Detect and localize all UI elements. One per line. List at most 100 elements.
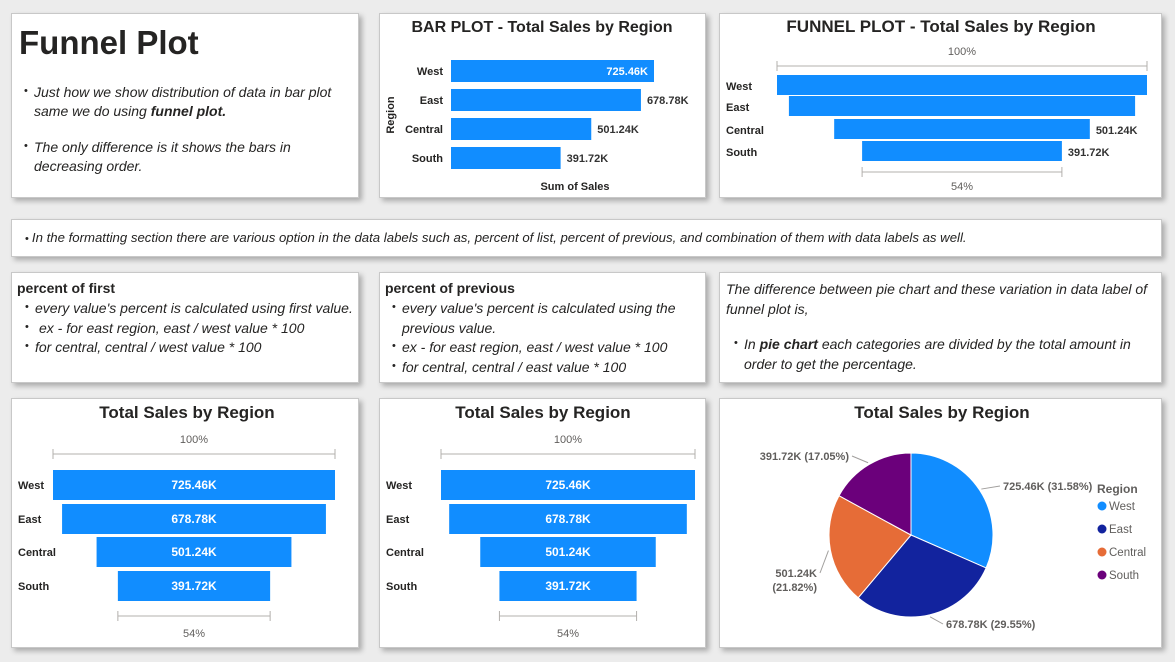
- data-label: 501.24K: [1096, 125, 1138, 137]
- leader-line: [851, 455, 869, 464]
- bar: [451, 147, 561, 169]
- category-label: South: [18, 581, 49, 593]
- funnel-top-visual[interactable]: FUNNEL PLOT - Total Sales by Region 100% W…: [719, 13, 1162, 198]
- bar-chart-visual[interactable]: BAR PLOT - Total Sales by Region West 725.…: [379, 13, 706, 198]
- category-label: West: [18, 480, 44, 492]
- pie-note-card: The difference between pie chart and the…: [719, 272, 1162, 383]
- list-item: ex - for east region, east / west value …: [392, 337, 697, 358]
- legend-marker: [1097, 547, 1107, 557]
- category-label: East: [726, 102, 750, 114]
- data-label: 725.46K: [545, 478, 591, 492]
- category-label: West: [726, 81, 752, 93]
- bottom-percent-label: 54%: [183, 628, 205, 640]
- leader-line: [929, 616, 944, 625]
- legend-item: South: [1109, 570, 1139, 582]
- data-label: 725.46K: [606, 66, 648, 78]
- legend-marker: [1097, 501, 1107, 511]
- pie-note-intro: The difference between pie chart and the…: [726, 281, 1148, 317]
- funnel-bar: [777, 75, 1147, 95]
- category-label: Central: [405, 124, 443, 136]
- top-percent-label: 100%: [554, 434, 582, 446]
- data-label: 501.24K: [597, 124, 639, 136]
- bottom-percent-label: 54%: [951, 181, 973, 193]
- funnel-bar: [834, 119, 1090, 139]
- funnel-top-svg: FUNNEL PLOT - Total Sales by Region 100% W…: [726, 17, 1148, 193]
- data-label: 678.78K: [647, 95, 689, 107]
- legend-item: East: [1109, 524, 1133, 536]
- category-label: Central: [18, 547, 56, 559]
- list-item: for central, central / east value * 100: [392, 357, 697, 378]
- legend-item: Central: [1109, 547, 1146, 559]
- funnel-first-visual[interactable]: Total Sales by Region 100% West 725.46K East…: [11, 398, 359, 648]
- funnel-previous-svg: Total Sales by Region 100% West 725.46K East…: [386, 403, 696, 640]
- formatting-note: • In the formatting section there are va…: [25, 230, 967, 245]
- data-label: 391.72K: [1068, 147, 1110, 159]
- top-percent-label: 100%: [948, 46, 976, 58]
- category-label: South: [412, 153, 443, 165]
- chart-title: BAR PLOT - Total Sales by Region: [411, 19, 672, 36]
- funnel-bar: [788, 96, 1136, 116]
- bottom-percent-label: 54%: [557, 628, 579, 640]
- data-label: 725.46K (31.58%): [1003, 481, 1093, 493]
- data-label: 391.72K: [171, 579, 217, 593]
- bar: [451, 118, 592, 140]
- percent-first-card: percent of first every value's percent i…: [11, 272, 359, 383]
- category-label: East: [420, 95, 444, 107]
- list-item: In pie chart each categories are divided…: [734, 333, 1154, 374]
- legend-title: Region: [1097, 482, 1138, 496]
- category-label: East: [18, 514, 42, 526]
- category-label: Central: [386, 547, 424, 559]
- category-label: Central: [726, 125, 764, 137]
- legend-marker: [1097, 570, 1107, 580]
- data-label: (21.82%): [772, 582, 817, 594]
- page-title: Funnel Plot: [19, 24, 199, 61]
- funnel-previous-visual[interactable]: Total Sales by Region 100% West 725.46K East…: [379, 398, 706, 648]
- data-label: 501.24K: [545, 545, 591, 559]
- chart-title: Total Sales by Region: [854, 403, 1029, 422]
- data-label: 391.72K: [567, 153, 609, 165]
- data-label: 678.78K: [545, 512, 591, 526]
- list-item: for central, central / west value * 100: [25, 337, 360, 358]
- list-item: ex - for east region, east / west value …: [25, 318, 360, 339]
- data-label: 678.78K (29.55%): [946, 619, 1036, 631]
- data-label: 678.78K: [171, 512, 217, 526]
- legend-item: West: [1109, 501, 1136, 513]
- formatting-note-card: • In the formatting section there are va…: [11, 219, 1162, 257]
- leader-line: [981, 485, 1001, 490]
- bar: [451, 89, 641, 111]
- data-label: 501.24K: [171, 545, 217, 559]
- category-label: East: [386, 514, 410, 526]
- category-label: South: [726, 147, 757, 159]
- pie-note-list: In pie chart each categories are divided…: [734, 333, 1154, 374]
- data-label: 725.46K: [171, 478, 217, 492]
- percent-first-heading: percent of first: [17, 280, 116, 296]
- list-item: every value's percent is calculated usin…: [392, 298, 697, 338]
- list-item: every value's percent is calculated usin…: [25, 298, 360, 319]
- percent-first-list: every value's percent is calculated usin…: [25, 298, 360, 358]
- category-label: South: [386, 581, 417, 593]
- leader-line: [819, 550, 829, 574]
- funnel-bar: [862, 141, 1062, 161]
- intro-bullet: The only difference is it shows the bars…: [24, 137, 354, 176]
- intro-card: Funnel Plot Just how we show distributio…: [11, 13, 359, 198]
- x-axis-title: Sum of Sales: [540, 181, 609, 193]
- y-axis-title: Region: [385, 96, 397, 134]
- percent-previous-heading: percent of previous: [385, 280, 515, 296]
- top-percent-label: 100%: [180, 434, 208, 446]
- data-label: 391.72K (17.05%): [760, 451, 850, 463]
- percent-previous-list: every value's percent is calculated usin…: [392, 298, 697, 378]
- pie-chart-svg: Total Sales by Region 725.46K (31.58%) 678…: [760, 403, 1146, 631]
- category-label: West: [386, 480, 412, 492]
- percent-previous-card: percent of previous every value's percen…: [379, 272, 706, 383]
- funnel-first-svg: Total Sales by Region 100% West 725.46K East…: [18, 403, 336, 640]
- chart-title: Total Sales by Region: [99, 403, 274, 422]
- chart-title: Total Sales by Region: [455, 403, 630, 422]
- pie-chart-visual[interactable]: Total Sales by Region 725.46K (31.58%) 678…: [719, 398, 1162, 648]
- data-label: 501.24K: [775, 568, 817, 580]
- data-label: 391.72K: [545, 579, 591, 593]
- legend-marker: [1097, 524, 1107, 534]
- chart-title: FUNNEL PLOT - Total Sales by Region: [786, 17, 1095, 36]
- intro-bullets: Just how we show distribution of data in…: [24, 82, 354, 176]
- bar-chart-svg: BAR PLOT - Total Sales by Region West 725.…: [385, 19, 689, 193]
- intro-bullet: Just how we show distribution of data in…: [24, 82, 354, 121]
